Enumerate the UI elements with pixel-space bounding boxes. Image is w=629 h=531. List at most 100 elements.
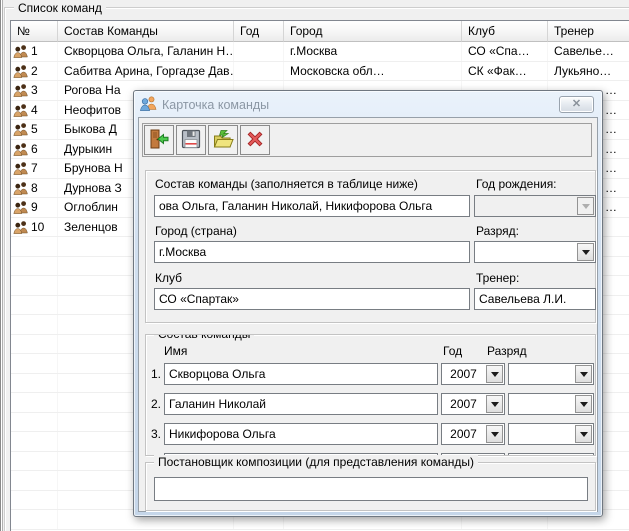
chevron-down-icon [582,250,590,255]
dialog-toolbar [142,123,592,157]
coach-label: Тренер: [476,271,519,285]
table-row[interactable]: 1 Скворцова Ольга, Галанин Н… г.Москва С… [11,42,629,62]
cell-year [234,62,284,81]
team-people-icon [13,200,28,214]
save-button[interactable] [176,125,206,155]
member-index: 2. [148,397,161,411]
row-number: 10 [31,220,44,234]
member-row: 1. 2007 [146,363,595,387]
delete-cross-icon [244,128,266,153]
team-card-window-icon [140,96,157,114]
coach-input[interactable] [474,288,596,310]
team-people-icon [13,64,28,78]
member-row: 2. 2007 [146,393,595,417]
window-left-edge [0,0,3,531]
team-field-label: Состав команды (заполняется в таблице ни… [155,177,418,191]
cell-club: СО «Спа… [462,42,548,61]
cell-city: г.Москва [284,42,462,61]
column-header-team[interactable]: Состав Команды [58,21,234,42]
member-rank-combobox[interactable] [508,453,594,456]
delete-button[interactable] [240,125,270,155]
row-number: 9 [31,200,38,214]
row-number: 2 [31,64,38,78]
cell-team: Скворцова Ольга, Галанин Н… [58,42,234,61]
member-name-input[interactable] [164,363,438,385]
row-number: 7 [31,161,38,175]
rank-column-header: Разряд [487,344,527,358]
chevron-down-icon [491,372,499,377]
row-number: 4 [31,103,38,117]
team-members-input[interactable] [154,195,470,217]
club-label: Клуб [155,271,182,285]
exit-button[interactable] [144,125,174,155]
exit-door-icon [148,128,170,153]
close-button[interactable]: ✕ [559,96,594,113]
open-button[interactable] [208,125,238,155]
chevron-down-icon [491,402,499,407]
member-name-input[interactable] [164,393,438,415]
city-input[interactable] [154,241,470,263]
team-people-icon [13,220,28,234]
producer-group: Постановщик композиции (для представлени… [145,462,596,511]
team-people-icon [13,161,28,175]
members-group-title: Состав команды [154,334,254,341]
cell-club: СК «Фак… [462,62,548,81]
birth-year-combobox [474,195,596,217]
rank-label: Разряд: [476,224,519,238]
member-year-combobox[interactable]: 2007 [441,423,505,445]
chevron-down-icon [580,402,588,407]
cell-coach: Лукьяно… [548,62,629,81]
team-people-icon [13,83,28,97]
team-people-icon [13,122,28,136]
team-people-icon [13,181,28,195]
member-year-combobox[interactable]: 2007 [441,393,505,415]
dialog-titlebar[interactable]: Карточка команды ✕ [137,94,599,116]
cell-team: Сабитва Арина, Горгадзе Дав… [58,62,234,81]
column-header-city[interactable]: Город [284,21,462,42]
chevron-down-icon [582,204,590,209]
name-column-header: Имя [164,344,187,358]
table-row[interactable]: 2 Сабитва Арина, Горгадзе Дав… Московска… [11,62,629,82]
row-number: 8 [31,181,38,195]
member-row: 3. 2007 [146,423,595,447]
row-number: 6 [31,142,38,156]
close-icon: ✕ [572,98,581,110]
row-number: 1 [31,44,38,58]
team-people-icon [13,44,28,58]
dialog-body: Состав команды (заполняется в таблице ни… [138,117,598,512]
team-fields-group: Состав команды (заполняется в таблице ни… [145,170,596,323]
team-list-group-title: Список команд [14,1,106,15]
column-header-number[interactable]: № [11,21,58,42]
members-group: Состав команды Имя Год Разряд 1. 2007 2.… [145,334,596,456]
column-header-coach[interactable]: Тренер [548,21,629,42]
producer-group-title: Постановщик композиции (для представлени… [154,455,478,469]
team-table-header: № Состав Команды Год Город Клуб Тренер [11,21,629,42]
row-number: 5 [31,122,38,136]
save-floppy-icon [180,128,202,153]
open-folder-icon [212,128,234,153]
cell-coach: Савелье… [548,42,629,61]
member-name-input[interactable] [164,423,438,445]
dialog-title: Карточка команды [162,98,269,112]
member-index: 3. [148,427,161,441]
chevron-down-icon [580,372,588,377]
member-rank-combobox[interactable] [508,393,594,415]
column-header-club[interactable]: Клуб [462,21,548,42]
cell-year [234,42,284,61]
cell-city: Московска обл… [284,62,462,81]
city-label: Город (страна) [155,224,237,238]
member-year-combobox[interactable]: 2007 [441,363,505,385]
member-index: 1. [148,367,161,381]
row-number: 3 [31,83,38,97]
year-column-header: Год [443,344,462,358]
producer-input[interactable] [154,477,588,501]
member-rank-combobox[interactable] [508,423,594,445]
column-header-year[interactable]: Год [234,21,284,42]
chevron-down-icon [580,432,588,437]
rank-combobox[interactable] [474,241,596,263]
team-card-dialog: Карточка команды ✕ [133,90,603,517]
chevron-down-icon [491,432,499,437]
club-input[interactable] [154,288,470,310]
team-people-icon [13,142,28,156]
member-rank-combobox[interactable] [508,363,594,385]
